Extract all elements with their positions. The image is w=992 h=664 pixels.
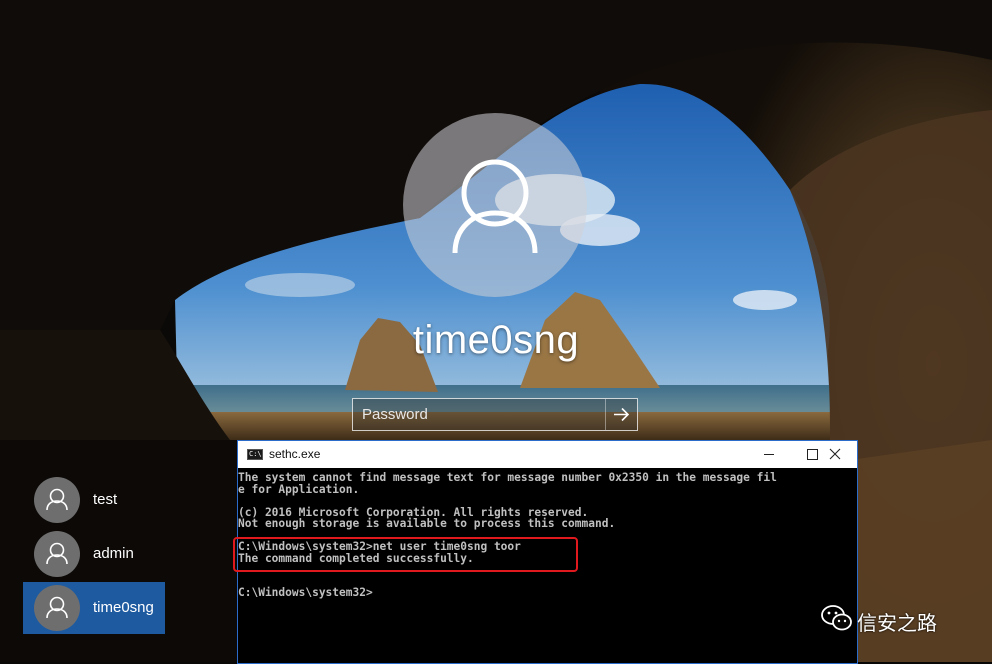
user-avatar xyxy=(34,585,80,631)
highlight-box xyxy=(233,537,578,572)
wechat-icon xyxy=(821,605,852,631)
submit-button[interactable] xyxy=(605,399,637,430)
minimize-icon xyxy=(764,454,774,455)
user-tile-test[interactable]: test xyxy=(23,474,165,526)
user-icon xyxy=(452,159,538,254)
user-tile-time0sng[interactable]: time0sng xyxy=(23,582,165,634)
cmd-line: e for Application. xyxy=(238,482,360,496)
user-icon xyxy=(46,596,68,619)
cmd-line: Not enough storage is available to proce… xyxy=(238,517,616,530)
user-avatar xyxy=(34,477,80,523)
arrow-right-icon xyxy=(614,407,630,422)
watermark: 信安之路 xyxy=(819,603,979,635)
user-avatar xyxy=(34,531,80,577)
cmd-prompt-line: C:\Windows\system32> xyxy=(238,586,373,599)
cmd-line: The system cannot find message text for … xyxy=(238,472,777,484)
user-label: test xyxy=(93,491,118,508)
user-tile-admin[interactable]: admin xyxy=(23,528,165,580)
login-username: time0sng xyxy=(412,318,580,362)
user-icon xyxy=(46,542,68,565)
login-avatar xyxy=(403,113,587,297)
password-input[interactable] xyxy=(353,399,607,430)
user-icon xyxy=(46,488,68,511)
console-icon-text: C:\ xyxy=(249,450,262,458)
user-label: time0sng xyxy=(93,599,154,616)
password-box xyxy=(352,398,638,431)
close-icon xyxy=(829,448,841,460)
cmd-window-title: sethc.exe xyxy=(269,447,321,461)
console-icon: C:\ xyxy=(247,449,263,460)
watermark-text: 信安之路 xyxy=(857,611,937,635)
close-button[interactable] xyxy=(813,441,857,468)
minimize-button[interactable] xyxy=(747,441,791,468)
user-label: admin xyxy=(93,545,134,562)
cmd-titlebar[interactable]: C:\ sethc.exe xyxy=(238,441,857,468)
